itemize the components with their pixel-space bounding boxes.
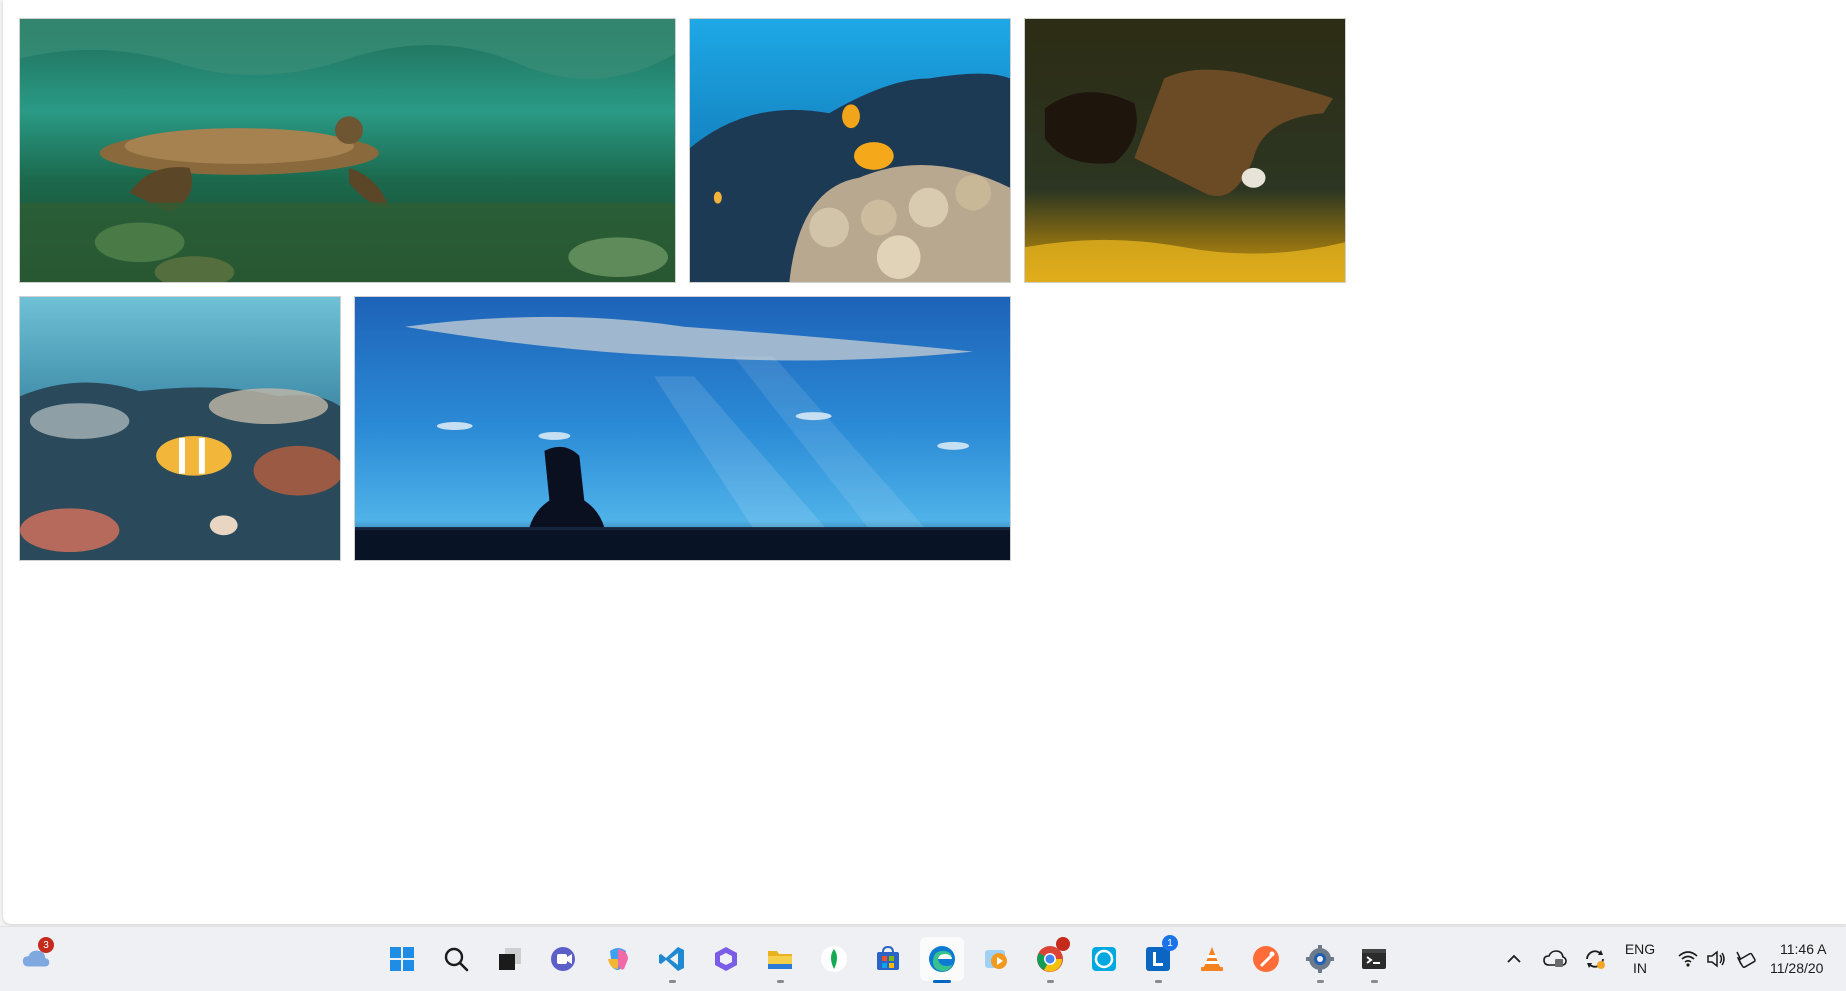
vscode-icon (657, 944, 687, 974)
linkedin-badge: 1 (1162, 935, 1178, 951)
terminal-button[interactable] (1352, 937, 1396, 983)
sync-icon (1580, 944, 1610, 974)
aquarium-whale-shark-photo[interactable] (354, 296, 1011, 561)
postman-button[interactable] (1244, 937, 1288, 981)
chrome-button[interactable] (1028, 937, 1072, 983)
weather-widget[interactable]: 3 (14, 937, 58, 981)
underwater-woman-photo[interactable] (1024, 18, 1346, 283)
vlc-button[interactable] (1190, 937, 1234, 981)
butterflyfish-image (20, 297, 340, 560)
m365-copilot-button[interactable] (704, 937, 748, 981)
chrome-profile-badge (1056, 937, 1070, 951)
edge-browser-button[interactable] (920, 937, 964, 983)
edge-browser-icon (927, 944, 957, 974)
microsoft-store-button[interactable] (866, 937, 910, 981)
running-indicator (777, 980, 784, 983)
copilot-icon (603, 944, 633, 974)
terminal-icon (1359, 944, 1389, 974)
copilot-button[interactable] (596, 937, 640, 981)
linkedin-learning-button[interactable]: 1 (1136, 935, 1180, 983)
media-player-icon (981, 944, 1011, 974)
teams-meet-icon (549, 944, 579, 974)
running-indicator (1155, 980, 1162, 983)
sync-status-button[interactable] (1578, 937, 1612, 981)
underwater-woman-image (1025, 19, 1345, 282)
sea-turtle-photo[interactable] (19, 18, 676, 283)
onedrive-button[interactable] (1538, 937, 1572, 981)
active-indicator (933, 980, 951, 983)
teams-meet-button[interactable] (542, 937, 586, 981)
vscode-button[interactable] (650, 937, 694, 983)
vlc-icon (1197, 944, 1227, 974)
search-icon (441, 944, 471, 974)
aquarium-image (355, 297, 1010, 560)
quick-settings-icons (1678, 950, 1756, 968)
clock[interactable]: 11:46 A 11/28/20 (1770, 940, 1846, 978)
wifi-icon (1678, 951, 1698, 967)
language-indicator[interactable]: ENG IN (1618, 940, 1662, 978)
chevron-up-icon (1499, 944, 1529, 974)
m365-copilot-icon (711, 944, 741, 974)
task-view-icon (495, 944, 525, 974)
start-button[interactable] (380, 937, 424, 981)
file-explorer-icon (765, 944, 795, 974)
butterflyfish-coral-photo[interactable] (19, 296, 341, 561)
postman-icon (1251, 944, 1281, 974)
microsoft-store-icon (873, 944, 903, 974)
file-explorer-button[interactable] (758, 937, 802, 983)
onedrive-cloud-icon (1540, 944, 1570, 974)
media-player-button[interactable] (974, 937, 1018, 981)
clock-time: 11:46 A (1780, 941, 1827, 957)
mongodb-compass-button[interactable] (812, 937, 856, 981)
running-indicator (669, 980, 676, 983)
weather-badge: 3 (38, 937, 54, 953)
mongodb-compass-icon (819, 944, 849, 974)
network-volume-battery-button[interactable] (1672, 937, 1762, 981)
coral-reef-fish-photo[interactable] (689, 18, 1011, 283)
search-button[interactable] (434, 937, 478, 981)
image-gallery-page (3, 0, 1846, 924)
keyboard-region: IN (1633, 960, 1647, 976)
running-indicator (1371, 980, 1378, 983)
volume-icon (1707, 950, 1725, 968)
sea-turtle-image (20, 19, 675, 282)
language-code: ENG (1624, 941, 1656, 957)
taskbar: 3 1 ENG IN 11:46 A 11/28/20 (0, 926, 1846, 991)
show-hidden-icons-button[interactable] (1498, 937, 1530, 981)
battery-charging-icon (1736, 951, 1756, 968)
settings-button[interactable] (1298, 937, 1342, 983)
start-windows-icon (387, 944, 417, 974)
clock-date: 11/28/20 (1770, 960, 1824, 976)
running-indicator (1047, 980, 1054, 983)
alexa-icon (1089, 944, 1119, 974)
coral-reef-image (690, 19, 1010, 282)
settings-gear-icon (1305, 944, 1335, 974)
running-indicator (1317, 980, 1324, 983)
alexa-button[interactable] (1082, 937, 1126, 981)
task-view-button[interactable] (488, 937, 532, 981)
